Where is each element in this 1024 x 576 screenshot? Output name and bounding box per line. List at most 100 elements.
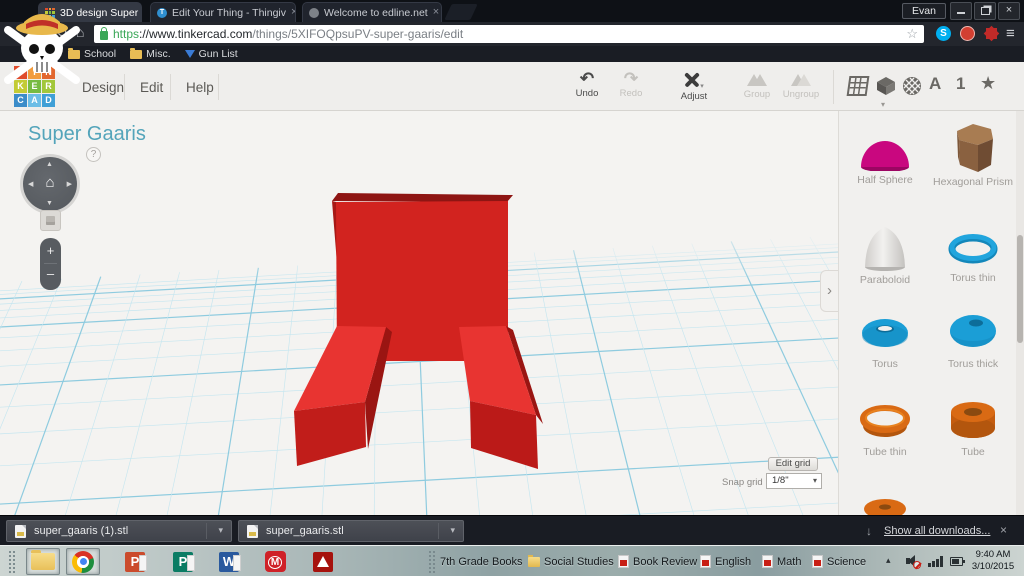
shortcut-social-studies[interactable]: Social Studies (528, 546, 614, 576)
pdf-icon (618, 555, 629, 568)
workplane-icon[interactable] (847, 76, 870, 96)
snap-grid-select[interactable]: 1/8" ▾ (766, 473, 822, 489)
panel-scrollbar-thumb[interactable] (1017, 235, 1023, 343)
design-viewport[interactable]: Super Gaaris ▲ ▼ ◀ ▶ ⌂ ? + – › Edit grid… (0, 111, 838, 515)
adjust-button[interactable]: ▾ Adjust (671, 70, 717, 102)
chrome-icon (72, 551, 94, 573)
address-bar[interactable]: https ://www.tinkercad.com /things/5XIFO… (94, 25, 924, 43)
panel-collapse-chevron[interactable]: › (820, 270, 838, 312)
shortcut-book-review[interactable]: Book Review (618, 546, 697, 576)
powerpoint-icon: P (125, 552, 145, 572)
skype-extension-icon[interactable]: S (936, 26, 951, 41)
shortcut-math[interactable]: Math (762, 546, 801, 576)
window-maximize-button[interactable] (974, 2, 996, 20)
browser-profile-button[interactable]: Evan (902, 3, 946, 19)
zoom-in-button[interactable]: + (40, 238, 61, 263)
panel-scrollbar[interactable] (1016, 111, 1024, 515)
menu-help[interactable]: Help (176, 76, 224, 99)
undo-button[interactable]: ↶ Undo (564, 70, 610, 99)
battery-icon[interactable] (950, 557, 963, 566)
edit-grid-button[interactable]: Edit grid (768, 457, 818, 471)
orbit-control[interactable]: ▲ ▼ ◀ ▶ ⌂ (23, 157, 77, 211)
snap-grid-label: Snap grid (722, 477, 763, 488)
taskbar-adobe-button[interactable] (306, 548, 340, 575)
tab-close-icon[interactable]: × (291, 7, 296, 18)
ssl-lock-icon (100, 31, 108, 40)
zoom-control[interactable]: + – (40, 238, 61, 290)
tab-thingiverse[interactable]: T Edit Your Thing - Thingiv × (150, 2, 296, 22)
bookmark-star-icon[interactable]: ☆ (906, 26, 918, 42)
folder-icon (528, 557, 540, 567)
shape-torus-thick[interactable]: Torus thick (930, 307, 1016, 370)
shapes-cube-icon[interactable] (876, 76, 896, 96)
url-host: ://www.tinkercad.com (139, 27, 252, 41)
shape-tube-thin[interactable]: Tube thin (842, 399, 928, 458)
shortcut-7th-grade-books[interactable]: 7th Grade Books (440, 546, 523, 576)
volume-muted-icon[interactable] (906, 555, 919, 567)
download-options-arrow[interactable]: ▾ (450, 525, 455, 536)
bookmark-gun-list[interactable]: Gun List (181, 48, 242, 60)
shape-tube[interactable]: Tube (930, 395, 1016, 458)
taskbar-clock[interactable]: 9:40 AM 3/10/2015 (964, 549, 1022, 573)
window-minimize-button[interactable] (950, 2, 972, 20)
zoom-out-button[interactable]: – (40, 264, 61, 288)
explorer-folder-icon (31, 553, 55, 570)
window-close-button[interactable]: × (998, 2, 1020, 20)
shortcut-science[interactable]: Science (812, 546, 866, 576)
ungroup-button[interactable]: Ungroup (778, 70, 824, 100)
downloads-bar: super_gaaris (1).stl ▾ super_gaaris.stl … (0, 515, 1024, 545)
shape-torus[interactable]: Torus (842, 311, 928, 370)
browser-menu-icon[interactable]: ≡ (1006, 25, 1015, 42)
group-button[interactable]: Group (734, 70, 780, 100)
download-options-arrow[interactable]: ▾ (218, 525, 223, 536)
shape-partial-next-row[interactable] (842, 493, 928, 515)
download-arrow-icon: ↓ (866, 524, 872, 538)
adobe-reader-icon (313, 552, 333, 572)
funnel-icon (185, 50, 195, 58)
rotate-up-icon[interactable]: ▲ (46, 161, 53, 168)
taskbar-word-button[interactable]: W (212, 548, 246, 575)
number-tool-icon[interactable]: 1 (956, 74, 965, 94)
bookmark-folder-misc[interactable]: Misc. (126, 48, 175, 60)
pdf-icon (812, 555, 823, 568)
rotate-down-icon[interactable]: ▼ (46, 200, 53, 207)
taskbar-chrome-button[interactable] (66, 548, 100, 575)
taskbar-powerpoint-button[interactable]: P (118, 548, 152, 575)
panel-dropdown-chevron[interactable]: ▾ (881, 100, 885, 109)
pdf-icon (700, 555, 711, 568)
download-item[interactable]: super_gaaris.stl ▾ (238, 520, 464, 542)
tab-edline[interactable]: Welcome to edline.net × (302, 2, 442, 22)
home-view-icon[interactable]: ⌂ (23, 174, 77, 191)
text-tool-icon[interactable]: A (929, 74, 941, 94)
shape-hexagonal-prism[interactable]: Hexagonal Prism (930, 119, 1016, 188)
downloads-bar-close-icon[interactable]: × (1000, 523, 1007, 537)
taskbar-publisher-button[interactable]: P (166, 548, 200, 575)
network-signal-icon[interactable] (928, 556, 944, 567)
taskbar-makerbot-button[interactable]: M (258, 548, 292, 575)
starburst-extension-icon[interactable] (984, 26, 999, 41)
adblock-extension-icon[interactable] (960, 26, 975, 41)
shape-library-panel: Half Sphere Hexagonal Prism Paraboloid T… (838, 111, 1024, 515)
show-all-downloads-link[interactable]: Show all downloads... (884, 525, 990, 537)
tab-close-icon[interactable]: × (433, 7, 439, 18)
shape-torus-thin[interactable]: Torus thin (930, 229, 1016, 284)
clock-time: 9:40 AM (964, 549, 1022, 561)
redo-button[interactable]: ↷ Redo (608, 70, 654, 99)
shape-half-sphere[interactable]: Half Sphere (842, 131, 928, 186)
shortcut-english[interactable]: English (700, 546, 751, 576)
bookmarks-bar: School Misc. Gun List (0, 46, 1024, 62)
shape-paraboloid[interactable]: Paraboloid (842, 221, 928, 286)
tray-hidden-icons-arrow[interactable]: ▴ (886, 555, 891, 566)
favorites-star-icon[interactable]: ★ (980, 73, 996, 94)
taskbar-explorer-button[interactable] (26, 548, 60, 575)
help-button[interactable]: ? (86, 147, 101, 162)
url-scheme: https (113, 27, 139, 41)
view-cube-button[interactable] (40, 210, 61, 231)
clock-date: 3/10/2015 (964, 561, 1022, 573)
menu-edit[interactable]: Edit (130, 76, 173, 99)
undo-icon: ↶ (564, 70, 610, 88)
workplane-scene (0, 111, 838, 515)
pattern-sphere-icon[interactable] (902, 76, 922, 96)
new-tab-button[interactable] (444, 4, 477, 20)
download-item[interactable]: super_gaaris (1).stl ▾ (6, 520, 232, 542)
